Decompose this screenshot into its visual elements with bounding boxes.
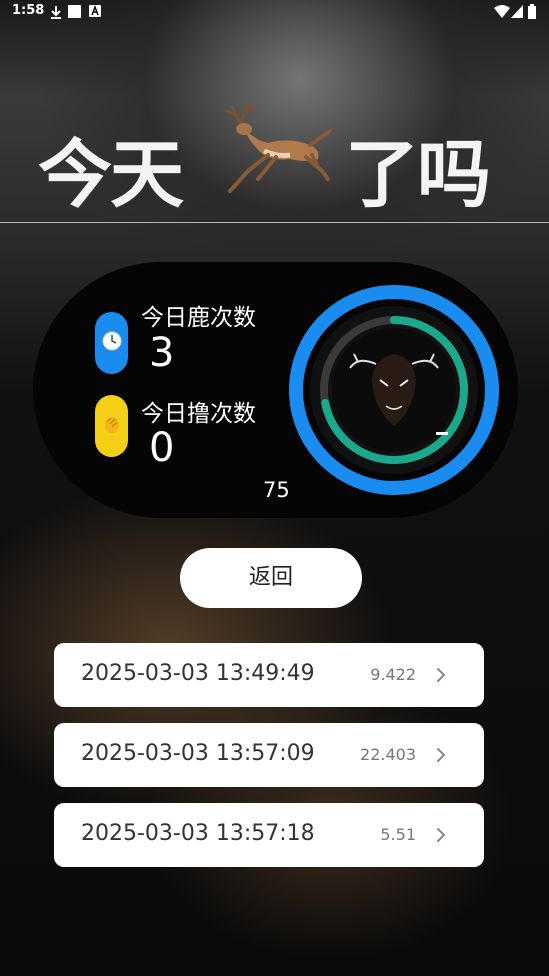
record-item[interactable]: 2025-03-03 13:49:49 9.422 <box>54 643 484 707</box>
record-time: 2025-03-03 13:57:18 <box>81 821 315 846</box>
clap-count-value: 0 <box>149 425 175 471</box>
progress-ring <box>289 285 499 495</box>
record-value: 22.403 <box>360 745 416 764</box>
header: 今天 了吗 <box>0 95 549 218</box>
extra-value: 75 <box>263 478 290 502</box>
record-value: 9.422 <box>370 665 416 684</box>
title-part-2: 了吗 <box>345 132 491 218</box>
record-item[interactable]: 2025-03-03 13:57:09 22.403 <box>54 723 484 787</box>
back-button[interactable]: 返回 <box>180 548 362 608</box>
deer-icon <box>224 103 332 193</box>
status-time: 1:58 <box>12 3 45 18</box>
download-icon <box>51 6 61 19</box>
battery-icon <box>528 4 536 19</box>
header-divider <box>0 222 549 223</box>
record-time: 2025-03-03 13:57:09 <box>81 741 315 766</box>
status-bar: 1:58 <box>0 0 549 24</box>
ring-marker <box>436 432 448 435</box>
clock-icon <box>102 331 122 351</box>
deer-count-value: 3 <box>149 330 175 376</box>
deer-count-label: 今日鹿次数 <box>141 305 256 331</box>
square-icon <box>68 5 81 18</box>
title-part-1: 今天 <box>38 132 184 218</box>
record-item[interactable]: 2025-03-03 13:57:18 5.51 <box>54 803 484 867</box>
stats-card: 今日鹿次数 3 今日撸次数 0 75 <box>33 262 518 518</box>
signal-icon <box>511 5 523 18</box>
chevron-right-icon <box>437 748 446 762</box>
a-icon <box>89 5 101 17</box>
chevron-right-icon <box>437 668 446 682</box>
record-value: 5.51 <box>380 825 416 844</box>
chevron-right-icon <box>437 828 446 842</box>
clap-count-label: 今日撸次数 <box>141 401 256 427</box>
clap-count-badge <box>95 395 128 457</box>
clap-icon <box>105 417 119 433</box>
deer-count-badge <box>95 312 128 374</box>
record-time: 2025-03-03 13:49:49 <box>81 661 315 686</box>
wifi-icon <box>494 5 510 18</box>
